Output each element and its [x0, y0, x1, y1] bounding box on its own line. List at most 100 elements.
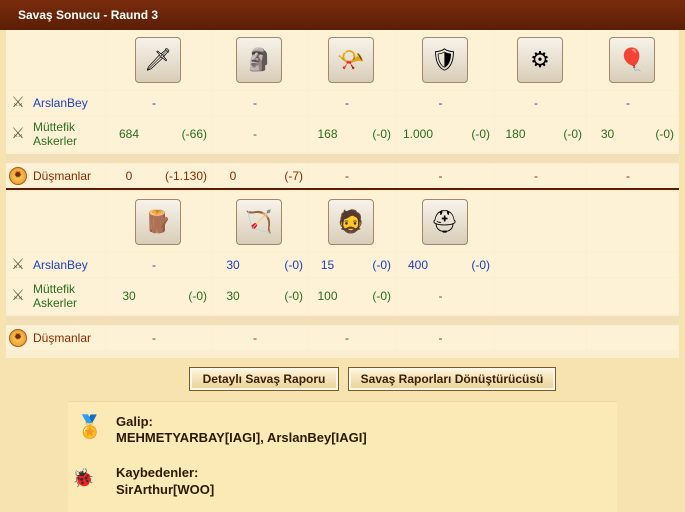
unit-glyph: ⚙: [530, 47, 550, 72]
winner-medal-icon: 🏅: [76, 414, 104, 439]
stone-tower-icon: 🗿: [236, 37, 282, 83]
ally-value: 168: [317, 127, 338, 141]
bearded-warrior-icon: 🧔: [328, 199, 374, 245]
ally-loss: (-66): [181, 127, 207, 141]
enemy-value: -: [253, 331, 257, 345]
enemy-value: -: [438, 169, 443, 183]
player-value: 30: [226, 258, 240, 272]
ally-loss: (-0): [188, 289, 207, 303]
ally-label: Müttefik Askerler: [33, 282, 78, 310]
report-converter-button[interactable]: Savaş Raporları Dönüştürücüsü: [348, 367, 556, 391]
crossed-swords-icon: ⚔: [11, 94, 25, 111]
enemy-loss: (-1.130): [164, 169, 207, 183]
player-value: 15: [320, 258, 335, 272]
unit-glyph: 📯: [337, 47, 365, 72]
enemy-label: Düşmanlar: [33, 169, 92, 183]
unit-glyph: ⛑: [430, 209, 459, 234]
player-value: -: [152, 96, 156, 110]
section-divider: [6, 188, 679, 190]
helmeted-soldier-icon: ⛑: [421, 199, 468, 245]
ally-value: 100: [317, 289, 338, 303]
warrior-with-sword-icon: 🗡: [135, 37, 181, 83]
enemy-value: -: [534, 169, 538, 183]
ally-loss: (-0): [563, 127, 582, 141]
enemy-cell: [495, 326, 586, 350]
player-value: 400: [407, 258, 429, 272]
crossed-swords-icon: ⚔: [11, 125, 25, 142]
enemy-label: Düşmanlar: [33, 331, 92, 345]
ally-value: 684: [118, 127, 140, 141]
battering-ram-icon: 🪵: [135, 199, 181, 245]
ally-loss: (-0): [471, 127, 490, 141]
player-cell: [495, 253, 586, 277]
losers-icon: 🐞: [72, 468, 95, 488]
unit-glyph: 🏹: [245, 209, 273, 234]
enemy-value: 0: [125, 169, 133, 183]
spartan-hoplite-icon: 🛡: [421, 37, 468, 83]
unit-glyph: 🎈: [618, 47, 646, 72]
unit-glyph: 🪵: [144, 209, 172, 234]
player-cell: [587, 253, 678, 277]
crossed-swords-icon: ⚔: [11, 256, 25, 273]
player-value: -: [626, 96, 630, 110]
header-cell: [587, 192, 678, 252]
enemy-shield-icon: ✹: [9, 167, 27, 185]
catapult-machine-icon: ⚙: [517, 37, 563, 83]
enemy-value: -: [626, 169, 630, 183]
ally-loss: (-0): [284, 289, 303, 303]
row-spacer: [6, 316, 679, 325]
header-cell: [6, 30, 105, 90]
unit-glyph: 🗡: [144, 47, 172, 72]
unit-glyph: 🗿: [245, 47, 273, 72]
enemy-value: 0: [229, 169, 237, 183]
player-value: -: [534, 96, 538, 110]
player-loss: (-0): [372, 258, 391, 272]
enemy-value: -: [152, 331, 156, 345]
header-cell: [6, 192, 105, 252]
player-value: -: [438, 96, 443, 110]
ally-value: 30: [600, 127, 615, 141]
losers-names: SirArthur[WOO]: [116, 482, 215, 497]
losers-label: Kaybedenler:: [116, 465, 199, 480]
enemy-cell: [587, 326, 678, 350]
ally-loss: (-0): [655, 127, 674, 141]
player-value: -: [253, 96, 257, 110]
ally-value: 30: [122, 289, 136, 303]
header-cell: [495, 192, 586, 252]
battle-table: 🗡 🗿 📯 🛡 ⚙ 🎈 ⚔ ArslanBey ⚔ Müttefik Askerler ✹ Düşma…: [6, 30, 679, 358]
siege-catapult-icon: 🏹: [236, 199, 282, 245]
ally-loss: (-0): [372, 289, 391, 303]
ally-value: -: [253, 127, 257, 141]
player-value: -: [152, 258, 156, 272]
row-spacer: [6, 154, 679, 163]
winner-names: MEHMETYARBAY[IAGI], ArslanBey[IAGI]: [116, 430, 367, 445]
ally-loss: (-0): [372, 127, 391, 141]
player-name[interactable]: ArslanBey: [33, 258, 88, 272]
horn-blower-icon: 📯: [328, 37, 374, 83]
ally-cell: [495, 278, 586, 314]
enemy-value: -: [438, 331, 443, 345]
player-loss: (-0): [284, 258, 303, 272]
ally-value: 180: [505, 127, 526, 141]
crossed-swords-icon: ⚔: [11, 287, 25, 304]
battle-result-panel: 🏅 Galip: MEHMETYARBAY[IAGI], ArslanBey[I…: [68, 401, 617, 512]
player-loss: (-0): [471, 258, 490, 272]
detailed-report-button[interactable]: Detaylı Savaş Raporu: [189, 367, 339, 391]
ally-value: 1.000: [402, 127, 434, 141]
enemy-value: -: [345, 169, 349, 183]
war-balloon-icon: 🎈: [609, 37, 655, 83]
ally-label: Müttefik Askerler: [33, 120, 78, 148]
player-value: -: [345, 96, 349, 110]
ally-value: 30: [226, 289, 240, 303]
enemy-shield-icon: ✹: [9, 329, 27, 347]
unit-glyph: 🧔: [337, 209, 365, 234]
ally-cell: [587, 278, 678, 314]
unit-glyph: 🛡: [430, 47, 459, 72]
window-title: Savaş Sonucu - Raund 3: [18, 8, 159, 22]
enemy-loss: (-7): [284, 169, 303, 183]
window-header: Savaş Sonucu - Raund 3: [0, 0, 685, 30]
winner-label: Galip:: [116, 414, 153, 429]
ally-value: -: [438, 289, 443, 303]
player-name[interactable]: ArslanBey: [33, 96, 88, 110]
enemy-value: -: [345, 331, 349, 345]
